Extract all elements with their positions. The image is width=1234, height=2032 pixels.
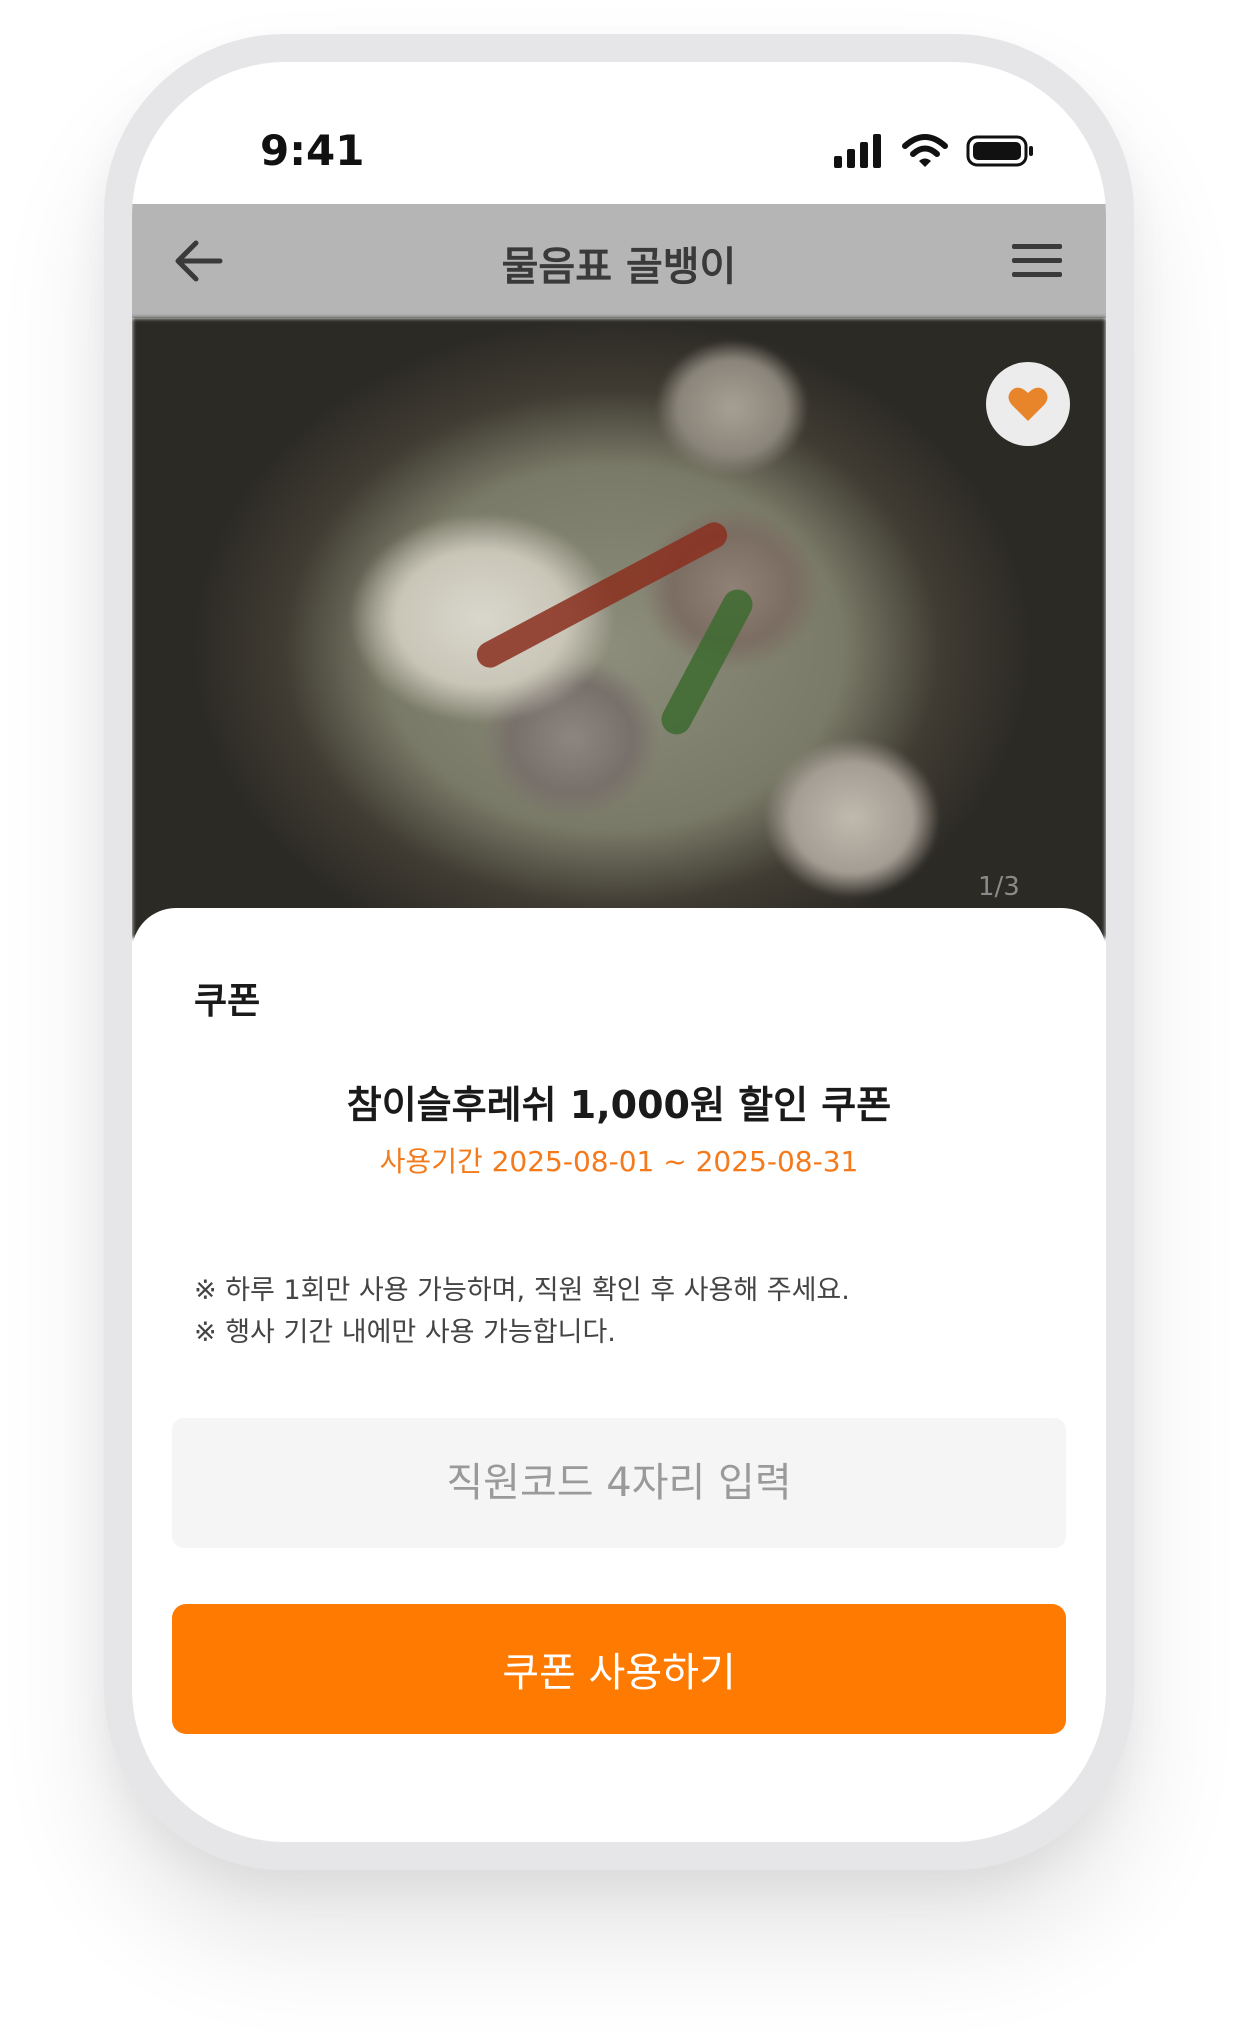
- favorite-button[interactable]: [986, 362, 1070, 446]
- coupon-name: 참이슬후레쉬 1,000원 할인 쿠폰: [346, 1083, 892, 1127]
- phone-frame: 9:41 물음표 골뱅이 1/3 쿠폰 참이슬후레쉬 1,000원 할인 쿠폰 …: [104, 34, 1134, 1870]
- app-header: 물음표 골뱅이: [132, 204, 1106, 318]
- store-title: 물음표 골뱅이: [501, 244, 737, 290]
- status-icons: [834, 134, 1034, 174]
- photo-counter: 1/3: [978, 872, 1020, 902]
- menu-icon[interactable]: [1012, 242, 1062, 280]
- store-photo[interactable]: [132, 318, 1106, 938]
- staff-code-input[interactable]: [172, 1418, 1066, 1548]
- sheet-title: 쿠폰: [194, 981, 261, 1022]
- notice-line: ※ 하루 1회만 사용 가능하며, 직원 확인 후 사용해 주세요.: [194, 1275, 850, 1306]
- coupon-period: 사용기간 2025-08-01 ~ 2025-08-31: [379, 1145, 859, 1178]
- status-bar: 9:41: [132, 62, 1106, 204]
- wifi-icon: [902, 134, 948, 167]
- notice-line: ※ 행사 기간 내에만 사용 가능합니다.: [194, 1317, 616, 1348]
- coupon-sheet: 쿠폰 참이슬후레쉬 1,000원 할인 쿠폰 사용기간 2025-08-01 ~…: [132, 908, 1106, 1842]
- phone-screen: 9:41 물음표 골뱅이 1/3 쿠폰 참이슬후레쉬 1,000원 할인 쿠폰 …: [132, 62, 1106, 1842]
- status-time: 9:41: [260, 126, 365, 175]
- signal-icon: [834, 134, 881, 168]
- coupon-notice: ※ 하루 1회만 사용 가능하며, 직원 확인 후 사용해 주세요. ※ 행사 …: [194, 1270, 850, 1354]
- heart-icon: [1008, 387, 1048, 421]
- battery-icon: [966, 135, 1033, 167]
- use-coupon-button[interactable]: 쿠폰 사용하기: [172, 1604, 1066, 1734]
